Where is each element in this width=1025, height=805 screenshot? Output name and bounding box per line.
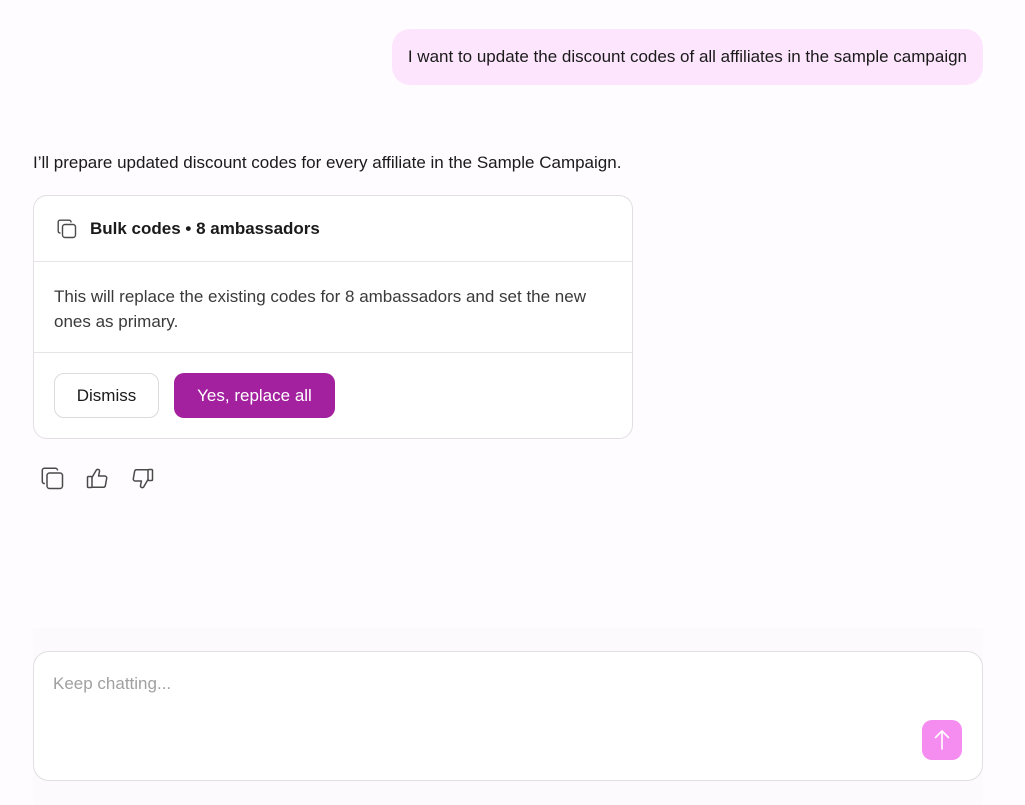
thumbs-up-icon[interactable]	[85, 466, 110, 491]
chat-input[interactable]	[53, 674, 913, 734]
arrow-up-icon	[932, 729, 952, 751]
message-feedback-bar	[40, 466, 155, 491]
assistant-message-text: I’ll prepare updated discount codes for …	[33, 153, 622, 172]
thumbs-down-icon[interactable]	[130, 466, 155, 491]
bulk-codes-card: Bulk codes • 8 ambassadors This will rep…	[33, 195, 633, 439]
user-message-text: I want to update the discount codes of a…	[407, 47, 967, 66]
user-message-bubble: I want to update the discount codes of a…	[391, 29, 983, 85]
card-actions: Dismiss Yes, replace all	[34, 353, 632, 418]
send-button[interactable]	[922, 720, 962, 760]
card-title: Bulk codes • 8 ambassadors	[90, 218, 320, 238]
card-body: This will replace the existing codes for…	[34, 262, 632, 353]
copy-icon	[56, 218, 78, 240]
copy-icon[interactable]	[40, 466, 65, 491]
dismiss-button[interactable]: Dismiss	[54, 373, 159, 418]
replace-all-button[interactable]: Yes, replace all	[174, 373, 335, 418]
card-header: Bulk codes • 8 ambassadors	[34, 196, 632, 262]
chat-composer	[33, 651, 983, 781]
